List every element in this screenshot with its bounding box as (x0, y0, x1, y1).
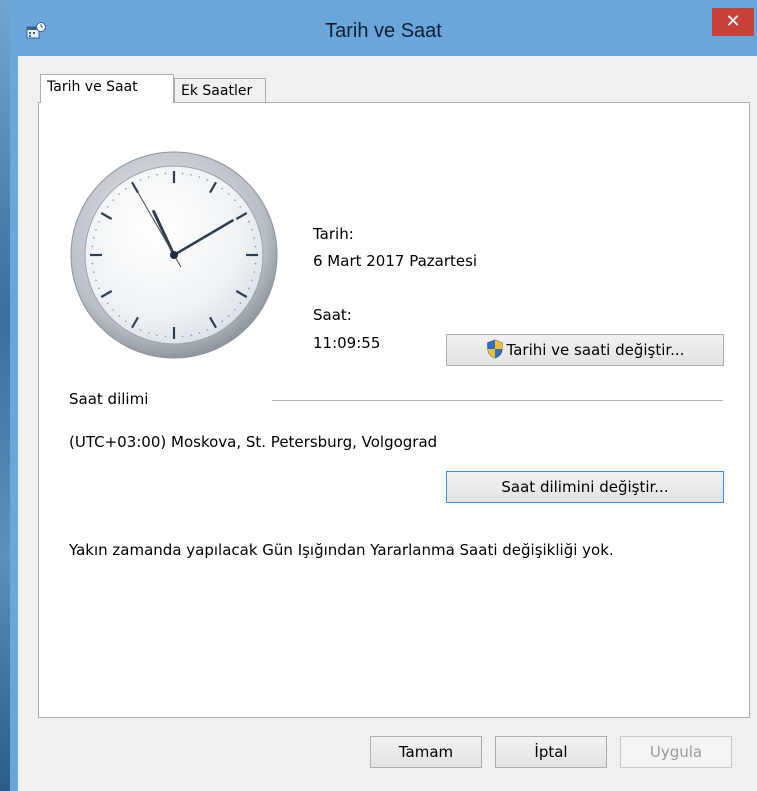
title-bar[interactable]: Tarih ve Saat ✕ (10, 0, 757, 56)
clock-minute-dot (221, 320, 223, 323)
clock-minute-dot (190, 334, 192, 337)
clock-minute-dot (254, 245, 257, 248)
cancel-button[interactable]: İptal (495, 736, 607, 768)
timezone-section-label: Saat dilimi (69, 390, 149, 408)
close-button[interactable]: ✕ (712, 8, 754, 36)
clock-minute-dot (147, 176, 150, 178)
clock-minute-dot (92, 271, 95, 273)
time-value: 11:09:55 (313, 334, 381, 352)
window-title: Tarih ve Saat (325, 20, 442, 42)
clock-minute-dot (164, 172, 167, 175)
clock-minute-dot (248, 220, 250, 223)
clock-minute-dot (190, 173, 192, 176)
clock-minute-dot (91, 245, 94, 248)
apply-button[interactable]: Uygula (620, 736, 732, 768)
clock-minute-dot (253, 237, 256, 239)
clock-minute-dot (164, 335, 167, 338)
clock-minute-dot (98, 287, 100, 290)
clock-minute-dot (228, 315, 230, 317)
change-timezone-button[interactable]: Saat dilimini değiştir... (446, 471, 724, 503)
clock-minute-dot (251, 228, 253, 231)
uac-shield-icon (486, 339, 503, 359)
clock-minute-dot (139, 179, 142, 181)
clock-minute-dot (198, 176, 201, 178)
clock-minute-dot (206, 179, 209, 181)
clock-minute-dot (118, 193, 120, 195)
clock-minute-dot (239, 206, 242, 208)
clock-minute-dot (234, 309, 236, 311)
change-date-time-label: Tarihi ve saati değiştir... (506, 341, 685, 359)
tab-additional-clocks[interactable]: Ek Saatler (174, 78, 266, 102)
clock-minute-dot (125, 320, 127, 323)
date-value: 6 Mart 2017 Pazartesi (313, 252, 478, 270)
clock-minute-dot (98, 220, 100, 223)
clock-minute-dot (248, 287, 250, 290)
clock-minute-dot (251, 279, 253, 282)
clock-minute-dot (228, 193, 230, 195)
dialog-body: Tarih ve Saat Ek Saatler Tarih: 6 Mart 2… (18, 56, 757, 791)
clock-minute-dot (92, 237, 95, 239)
clock-minute-dot (106, 302, 109, 304)
clock-minute-dot (95, 279, 97, 282)
clock-minute-dot (91, 262, 94, 265)
clock-minute-dot (118, 315, 120, 317)
change-date-time-button[interactable]: Tarihi ve saati değiştir... (446, 334, 724, 366)
section-separator (272, 400, 723, 401)
clock-minute-dot (239, 302, 242, 304)
clock-minute-dot (139, 329, 142, 331)
clock-minute-dot (106, 206, 109, 208)
clock-minute-dot (206, 329, 209, 331)
clock-minute-dot (147, 332, 150, 334)
date-time-dialog: Tarih ve Saat ✕ Tarih ve Saat Ek Saatler (10, 0, 757, 791)
time-label: Saat: (313, 306, 352, 324)
clock-minute-dot (125, 187, 127, 190)
clock-minute-dot (156, 173, 158, 176)
date-label: Tarih: (313, 225, 354, 243)
clock-minute-dot (221, 187, 223, 190)
clock-minute-dot (181, 335, 184, 338)
clock-minute-dot (181, 172, 184, 175)
timezone-value: (UTC+03:00) Moskova, St. Petersburg, Vol… (69, 433, 438, 451)
clock-minute-dot (112, 199, 114, 201)
clock-minute-dot (95, 228, 97, 231)
analog-clock-icon (70, 151, 278, 359)
tab-panel-date-time: Tarih: 6 Mart 2017 Pazartesi Saat: 11:09… (38, 102, 750, 718)
clock-minute-dot (253, 271, 256, 273)
tab-date-time[interactable]: Tarih ve Saat (40, 74, 174, 103)
clock-minute-dot (234, 199, 236, 201)
ok-button[interactable]: Tamam (370, 736, 482, 768)
clock-minute-dot (156, 334, 158, 337)
clock-minute-dot (198, 332, 201, 334)
clock-minute-dot (112, 309, 114, 311)
clock-minute-dot (254, 262, 257, 265)
dst-notice: Yakın zamanda yapılacak Gün Işığından Ya… (69, 541, 614, 559)
